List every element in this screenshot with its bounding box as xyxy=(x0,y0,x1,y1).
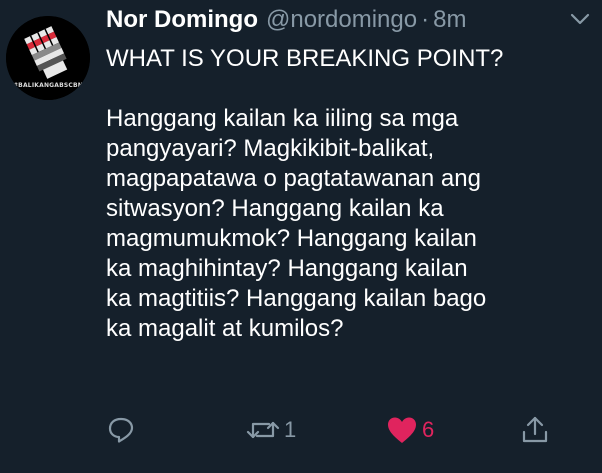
reply-button[interactable] xyxy=(106,412,136,448)
tweet-line: Hanggang kailan ka iiling sa mga xyxy=(106,105,459,132)
timestamp[interactable]: 8m xyxy=(433,6,466,34)
tweet-line: ka magtitiis? Hanggang kailan bago xyxy=(106,285,487,312)
tweet-line: sitwasyon? Hanggang kailan ka xyxy=(106,195,444,222)
tweet-line: magmumukmok? Hanggang kailan xyxy=(106,225,477,252)
retweet-icon xyxy=(246,421,280,439)
share-button[interactable] xyxy=(520,412,550,448)
like-button[interactable]: 6 xyxy=(386,412,434,448)
tweet-text: WHAT IS YOUR BREAKING POINT? Hanggang ka… xyxy=(106,44,586,344)
tweet[interactable]: #BALIKANGABSCBN Nor Domingo @nordomingo … xyxy=(0,0,602,473)
display-name[interactable]: Nor Domingo xyxy=(106,6,258,34)
chevron-down-icon[interactable] xyxy=(570,12,590,26)
tweet-paragraph: Hanggang kailan ka iiling sa mga pangyay… xyxy=(106,104,586,344)
like-count: 6 xyxy=(422,417,435,442)
tweet-line: ka maghihintay? Hanggang kailan xyxy=(106,255,468,282)
separator-dot: · xyxy=(421,6,430,33)
tweet-line: pangyayari? Magkikibit-balikat, xyxy=(106,135,435,162)
heart-icon xyxy=(388,417,416,443)
retweet-button[interactable]: 1 xyxy=(246,412,296,448)
tweet-line: magpapatawa o pagtatawanan ang xyxy=(106,165,481,192)
user-handle[interactable]: @nordomingo xyxy=(266,6,417,34)
tweet-headline: WHAT IS YOUR BREAKING POINT? xyxy=(106,45,504,72)
tweet-actions: 1 6 xyxy=(106,412,566,448)
retweet-count: 1 xyxy=(284,417,297,442)
avatar-caption: #BALIKANGABSCBN xyxy=(12,82,84,89)
avatar[interactable]: #BALIKANGABSCBN xyxy=(6,16,90,100)
share-icon xyxy=(522,416,548,443)
reply-icon xyxy=(108,417,134,443)
tweet-line: ka magalit at kumilos? xyxy=(106,315,344,342)
tweet-header: Nor Domingo @nordomingo · 8m xyxy=(106,6,592,36)
